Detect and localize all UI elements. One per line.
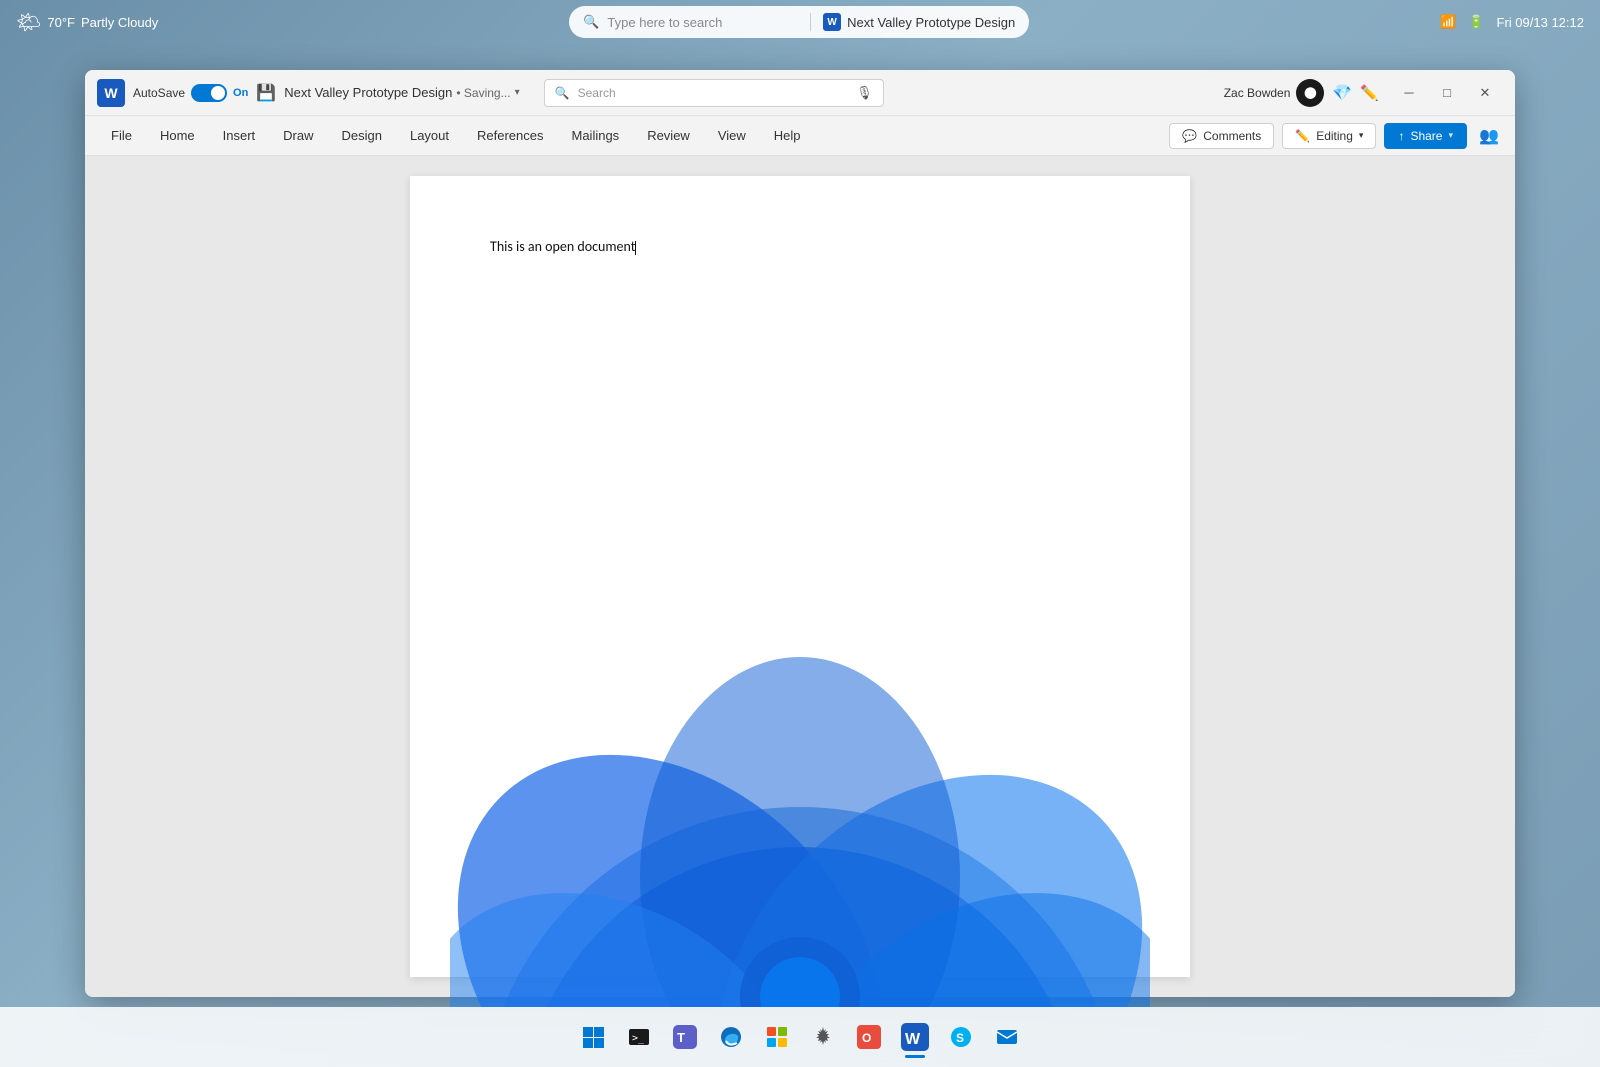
taskbar-icon-mail[interactable] xyxy=(985,1015,1029,1059)
word-ribbon: File Home Insert Draw Design Layout Refe… xyxy=(85,116,1515,156)
saving-status: • Saving... xyxy=(456,86,510,100)
document-text: This is an open document xyxy=(490,238,635,255)
word-logo: W xyxy=(97,79,125,107)
taskbar-icon-windows[interactable] xyxy=(571,1015,615,1059)
weather-icon: 🌤 xyxy=(16,10,41,35)
document-content[interactable]: This is an open document xyxy=(490,236,1110,258)
editing-label: Editing xyxy=(1316,129,1353,143)
user-section[interactable]: Zac Bowden ⬤ xyxy=(1224,79,1325,107)
topbar-search-app: W Next Valley Prototype Design xyxy=(823,13,1015,31)
topbar-app-name: Next Valley Prototype Design xyxy=(847,15,1015,30)
share-dropdown-icon: ▾ xyxy=(1448,130,1453,141)
share-icon: ↑ xyxy=(1398,129,1404,143)
dropdown-arrow[interactable]: ▾ xyxy=(515,87,520,98)
autosave-toggle[interactable] xyxy=(191,84,227,102)
tab-view[interactable]: View xyxy=(704,120,760,151)
user-avatar: ⬤ xyxy=(1296,79,1324,107)
save-icon[interactable]: 💾 xyxy=(256,83,276,103)
word-search-bar[interactable]: 🔍 Search 🎙 xyxy=(544,79,884,107)
weather-temperature: 70°F xyxy=(47,15,75,30)
ribbon-right: 💬 Comments ✏️ Editing ▾ ↑ Share ▾ 👥 xyxy=(1169,122,1503,150)
share-button[interactable]: ↑ Share ▾ xyxy=(1384,123,1467,149)
tab-insert[interactable]: Insert xyxy=(209,120,270,151)
user-name: Zac Bowden xyxy=(1224,86,1291,100)
wifi-icon: 📶 xyxy=(1440,14,1456,30)
tab-mailings[interactable]: Mailings xyxy=(558,120,634,151)
taskbar: >_ T xyxy=(0,1007,1600,1067)
autosave-state: On xyxy=(233,87,248,99)
microphone-icon[interactable]: 🎙 xyxy=(856,85,873,101)
editing-pencil-icon: ✏️ xyxy=(1295,129,1310,143)
word-search-icon: 🔍 xyxy=(555,86,570,100)
close-button[interactable]: ✕ xyxy=(1467,79,1503,107)
weather-condition: Partly Cloudy xyxy=(81,15,158,30)
word-title-bar: W AutoSave On 💾 Next Valley Prototype De… xyxy=(85,70,1515,116)
tab-home[interactable]: Home xyxy=(146,120,209,151)
taskbar-icon-edge[interactable] xyxy=(709,1015,753,1059)
activity-icon: 👥 xyxy=(1479,126,1499,146)
weather-widget[interactable]: 🌤 70°F Partly Cloudy xyxy=(16,10,158,35)
avatar-initials: ⬤ xyxy=(1304,86,1316,99)
taskbar-icon-skype[interactable]: S xyxy=(939,1015,983,1059)
taskbar-icon-terminal[interactable]: >_ xyxy=(617,1015,661,1059)
document-title: Next Valley Prototype Design xyxy=(284,85,452,100)
tab-references[interactable]: References xyxy=(463,120,557,151)
ribbon-tabs: File Home Insert Draw Design Layout Refe… xyxy=(97,120,1169,151)
document-area[interactable]: This is an open document xyxy=(85,156,1515,997)
search-divider xyxy=(810,13,811,31)
topbar-search-bar[interactable]: 🔍 Type here to search W Next Valley Prot… xyxy=(569,6,1029,38)
taskbar-icon-store[interactable] xyxy=(755,1015,799,1059)
svg-text:S: S xyxy=(956,1031,964,1045)
minimize-button[interactable]: ─ xyxy=(1391,79,1427,107)
search-icon: 🔍 xyxy=(583,14,599,30)
tab-help[interactable]: Help xyxy=(760,120,815,151)
word-logo-small: W xyxy=(823,13,841,31)
share-label: Share xyxy=(1410,129,1442,143)
tab-draw[interactable]: Draw xyxy=(269,120,327,151)
autosave-label: AutoSave xyxy=(133,86,185,100)
topbar-search-placeholder: Type here to search xyxy=(607,15,798,30)
tab-review[interactable]: Review xyxy=(633,120,704,151)
title-bar-right: Zac Bowden ⬤ 💎 ✏️ ─ □ ✕ xyxy=(1224,79,1503,107)
word-window: W AutoSave On 💾 Next Valley Prototype De… xyxy=(85,70,1515,997)
text-cursor xyxy=(635,241,636,255)
svg-text:T: T xyxy=(677,1030,685,1045)
comments-label: Comments xyxy=(1203,129,1261,143)
maximize-button[interactable]: □ xyxy=(1429,79,1465,107)
desktop: 🌤 70°F Partly Cloudy 🔍 Type here to sear… xyxy=(0,0,1600,1067)
pen-icon[interactable]: ✏️ xyxy=(1360,84,1379,102)
diamond-icon[interactable]: 💎 xyxy=(1332,83,1352,103)
comments-button[interactable]: 💬 Comments xyxy=(1169,123,1274,149)
tab-design[interactable]: Design xyxy=(328,120,396,151)
autosave-section[interactable]: AutoSave On xyxy=(133,84,248,102)
svg-text:W: W xyxy=(905,1031,921,1048)
tab-file[interactable]: File xyxy=(97,120,146,151)
document-page[interactable]: This is an open document xyxy=(410,176,1190,977)
word-search-placeholder: Search xyxy=(578,86,849,100)
taskbar-icon-settings[interactable] xyxy=(801,1015,845,1059)
svg-text:>_: >_ xyxy=(632,1033,645,1044)
taskbar-icon-office[interactable]: O xyxy=(847,1015,891,1059)
topbar: 🌤 70°F Partly Cloudy 🔍 Type here to sear… xyxy=(0,0,1600,44)
editing-dropdown-icon: ▾ xyxy=(1359,130,1364,141)
taskbar-icons: >_ T xyxy=(571,1015,1029,1059)
editing-button[interactable]: ✏️ Editing ▾ xyxy=(1282,123,1376,149)
comment-icon: 💬 xyxy=(1182,129,1197,143)
taskbar-icon-word[interactable]: W xyxy=(893,1015,937,1059)
topbar-right: 📶 🔋 Fri 09/13 12:12 xyxy=(1440,14,1584,30)
datetime-display: Fri 09/13 12:12 xyxy=(1497,15,1584,30)
taskbar-icon-teams[interactable]: T xyxy=(663,1015,707,1059)
battery-icon: 🔋 xyxy=(1468,14,1484,30)
activity-button[interactable]: 👥 xyxy=(1475,122,1503,150)
window-controls: ─ □ ✕ xyxy=(1391,79,1503,107)
document-title-section: Next Valley Prototype Design • Saving...… xyxy=(284,85,519,100)
svg-text:O: O xyxy=(862,1031,871,1045)
tab-layout[interactable]: Layout xyxy=(396,120,463,151)
